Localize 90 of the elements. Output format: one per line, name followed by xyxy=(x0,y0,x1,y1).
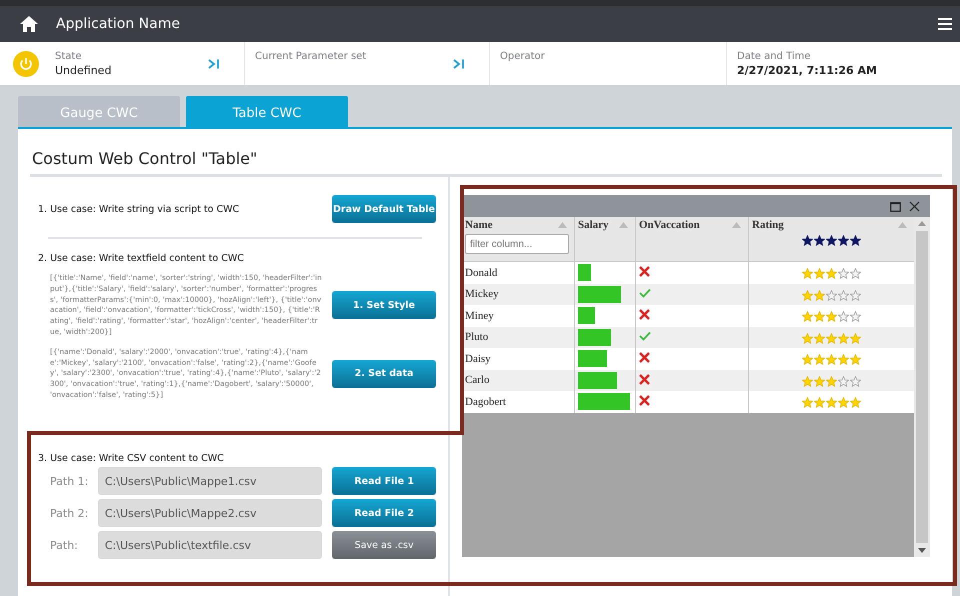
star-icon xyxy=(850,235,861,246)
star-icon xyxy=(838,268,849,280)
star-icon xyxy=(814,354,825,366)
path-label: Path: xyxy=(49,538,79,552)
star-icon xyxy=(802,235,813,246)
column-header[interactable]: Name xyxy=(465,219,492,231)
star-icon xyxy=(802,311,813,322)
star-icon xyxy=(802,332,813,344)
star-icon xyxy=(826,235,837,246)
table-cell: Daisy xyxy=(465,352,491,365)
action-button[interactable]: Draw Default Table xyxy=(332,195,436,223)
star-icon xyxy=(826,311,837,322)
star-icon xyxy=(826,332,837,344)
close-icon[interactable] xyxy=(909,200,920,212)
column-header[interactable]: Rating xyxy=(752,219,784,231)
status-value: 2/27/2021, 7:11:26 AM xyxy=(737,64,878,77)
column-header[interactable]: OnVaccation xyxy=(639,219,700,231)
table-cell: Carlo xyxy=(465,374,490,386)
star-icon xyxy=(838,290,849,301)
star-icon xyxy=(850,311,861,322)
star-icon xyxy=(802,397,813,408)
sort-icon[interactable] xyxy=(619,222,628,228)
action-button[interactable]: Read File 2 xyxy=(332,499,436,528)
star-icon xyxy=(850,290,861,301)
table-cell: Donald xyxy=(465,266,498,279)
use-case-title: 2. Use case: Write textfield content to CWC xyxy=(38,253,245,264)
star-icon xyxy=(838,376,849,387)
panel-title: Costum Web Control "Table" xyxy=(32,149,258,168)
sort-icon[interactable] xyxy=(732,222,741,228)
filter-field[interactable]: filter column... xyxy=(465,234,569,254)
star-icon xyxy=(838,332,849,344)
home-icon[interactable] xyxy=(20,16,38,32)
status-label: Date and Time xyxy=(737,51,812,62)
menu-icon[interactable] xyxy=(938,18,952,30)
action-button[interactable]: Save as .csv xyxy=(332,531,436,560)
app-title: Application Name xyxy=(56,16,180,32)
skip-end-icon[interactable] xyxy=(453,58,465,68)
table-cell: Dagobert xyxy=(465,396,506,408)
star-icon xyxy=(826,268,837,280)
star-icon xyxy=(814,235,825,246)
skip-end-icon[interactable] xyxy=(208,58,220,68)
star-icon xyxy=(850,397,861,408)
sort-icon[interactable] xyxy=(558,222,567,228)
action-button[interactable]: Read File 1 xyxy=(332,467,436,496)
action-button[interactable]: 2. Set data xyxy=(332,360,436,388)
path-label: Path 2: xyxy=(49,506,90,520)
star-icon xyxy=(826,354,837,366)
star-icon xyxy=(802,354,813,366)
table-cell: Miney xyxy=(465,310,494,322)
star-icon xyxy=(838,311,849,322)
table-cell: Mickey xyxy=(465,288,499,300)
action-button[interactable]: 1. Set Style xyxy=(332,291,436,320)
power-icon xyxy=(13,50,39,76)
star-icon xyxy=(826,290,837,301)
star-icon xyxy=(814,397,825,408)
star-icon xyxy=(826,397,837,408)
path-label: Path 1: xyxy=(49,474,90,488)
tab[interactable]: Table CWC xyxy=(186,96,348,127)
sort-icon[interactable] xyxy=(898,222,907,228)
scroll-up-icon[interactable] xyxy=(918,221,926,226)
path-field[interactable]: C:\Users\Public\Mappe1.csv xyxy=(98,467,322,496)
status-label: Operator xyxy=(500,51,546,62)
status-label: State xyxy=(55,51,82,62)
maximize-icon[interactable] xyxy=(890,200,901,212)
star-icon xyxy=(850,332,861,344)
star-icon xyxy=(838,397,849,408)
star-icon xyxy=(814,311,825,322)
status-value: Undefined xyxy=(55,64,112,77)
scrollbar[interactable] xyxy=(914,217,930,557)
star-icon xyxy=(838,354,849,366)
column-header[interactable]: Salary xyxy=(578,219,609,231)
star-icon xyxy=(802,376,813,387)
use-case-title: 1. Use case: Write string via script to CWC xyxy=(38,204,240,214)
scroll-down-icon[interactable] xyxy=(918,548,926,553)
star-icon xyxy=(814,290,825,301)
use-case-title: 3. Use case: Write CSV content to CWC xyxy=(38,452,225,464)
star-icon xyxy=(826,376,837,387)
star-icon xyxy=(814,332,825,344)
path-field[interactable]: C:\Users\Public\textfile.csv xyxy=(98,531,322,560)
path-field[interactable]: C:\Users\Public\Mappe2.csv xyxy=(98,499,322,528)
star-icon xyxy=(802,290,813,301)
star-icon xyxy=(838,235,849,246)
table-cell: Pluto xyxy=(465,331,488,344)
star-icon xyxy=(802,268,813,280)
star-icon xyxy=(850,376,861,387)
star-icon xyxy=(814,268,825,280)
star-icon xyxy=(814,376,825,387)
star-icon xyxy=(850,268,861,280)
status-label: Current Parameter set xyxy=(255,51,368,62)
star-icon xyxy=(850,354,861,366)
